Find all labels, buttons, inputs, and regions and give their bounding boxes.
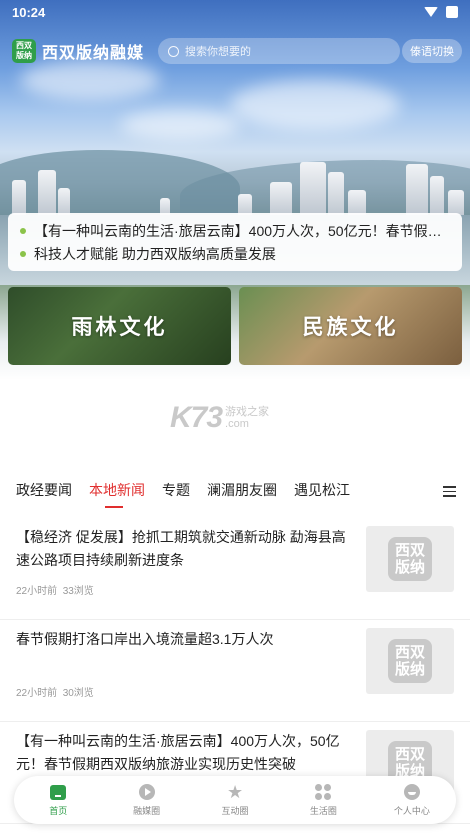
news-title: 【有一种叫云南的生活·旅居云南】400万人次，50亿元！春节假期西双版纳旅游业实… bbox=[16, 733, 340, 772]
watermark-main: K73 bbox=[170, 401, 223, 434]
search-input[interactable]: 搜索你想要的 bbox=[158, 38, 401, 64]
wifi-icon bbox=[424, 7, 438, 17]
news-thumbnail: 西双 版纳 bbox=[366, 526, 454, 592]
card-label: 民族文化 bbox=[302, 316, 399, 339]
star-icon: ★ bbox=[226, 782, 244, 802]
nav-label: 融媒圈 bbox=[133, 806, 161, 816]
home-icon bbox=[50, 784, 67, 800]
rainforest-culture-card[interactable]: 雨林文化 bbox=[8, 287, 231, 365]
nav-label: 生活圈 bbox=[309, 806, 337, 816]
app-name: 西双版纳融媒 bbox=[42, 45, 145, 62]
news-title: 【稳经济 促发展】抢抓工期筑就交通新动脉 勐海县高速公路项目持续刷新进度条 bbox=[16, 529, 346, 568]
news-time: 22小时前 bbox=[16, 586, 58, 597]
status-bar: 10:24 bbox=[0, 0, 470, 24]
watermark: K73 游戏之家 .com bbox=[170, 398, 300, 438]
news-title: 春节假期打洛口岸出入境流量超3.1万人次 bbox=[16, 631, 274, 647]
menu-icon[interactable] bbox=[443, 486, 456, 500]
tab-lancang-mekong[interactable]: 澜湄朋友圈 bbox=[207, 478, 277, 502]
nav-interaction-circle[interactable]: ★ 互动圈 bbox=[191, 776, 279, 824]
watermark-sub-bottom: .com bbox=[225, 418, 249, 430]
play-icon bbox=[138, 784, 155, 800]
news-views: 33浏览 bbox=[62, 586, 94, 597]
headline-text: 科技人才赋能 助力西双版纳高质量发展 bbox=[34, 245, 276, 262]
list-item[interactable]: 【稳经济 促发展】抢抓工期筑就交通新动脉 勐海县高速公路项目持续刷新进度条 22… bbox=[0, 518, 470, 620]
status-time: 10:24 bbox=[12, 4, 46, 20]
headline-ticker: 【有一种叫云南的生活·旅居云南】400万人次，50亿元！春节假期... 科技人才… bbox=[8, 213, 462, 271]
search-placeholder: 搜索你想要的 bbox=[185, 46, 252, 58]
nav-home[interactable]: 首页 bbox=[14, 776, 102, 824]
tab-local-news[interactable]: 本地新闻 bbox=[89, 478, 145, 508]
news-thumbnail: 西双 版纳 bbox=[366, 628, 454, 694]
nav-media-circle[interactable]: 融媒圈 bbox=[102, 776, 190, 824]
user-icon bbox=[403, 784, 420, 800]
search-icon bbox=[168, 45, 180, 57]
news-meta: 22小时前 33浏览 bbox=[16, 582, 94, 597]
bottom-navigation: 首页 融媒圈 ★ 互动圈 生活圈 个人中心 bbox=[14, 776, 456, 824]
nav-profile[interactable]: 个人中心 bbox=[368, 776, 456, 824]
news-meta: 22小时前 30浏览 bbox=[16, 684, 94, 699]
nav-label: 互动圈 bbox=[221, 806, 249, 816]
tab-meet-songjiang[interactable]: 遇见松江 bbox=[294, 478, 350, 502]
ethnic-culture-card[interactable]: 民族文化 bbox=[239, 287, 462, 365]
news-views: 30浏览 bbox=[62, 688, 94, 699]
nav-label: 个人中心 bbox=[393, 806, 430, 816]
list-item[interactable]: 春节假期打洛口岸出入境流量超3.1万人次 22小时前 30浏览 西双 版纳 bbox=[0, 620, 470, 722]
thumbnail-logo: 西双 版纳 bbox=[388, 639, 432, 683]
bullet-dot-icon bbox=[20, 227, 26, 234]
tab-special-topics[interactable]: 专题 bbox=[162, 478, 190, 502]
culture-cards: 雨林文化 民族文化 bbox=[8, 287, 462, 365]
app-header: 西双 版纳 西双版纳融媒 搜索你想要的 傣语切换 bbox=[12, 34, 462, 68]
app-logo: 西双 版纳 bbox=[12, 39, 36, 63]
battery-icon bbox=[446, 6, 458, 18]
news-time: 22小时前 bbox=[16, 688, 58, 699]
headline-text: 【有一种叫云南的生活·旅居云南】400万人次，50亿元！春节假期... bbox=[34, 222, 450, 239]
watermark-sub-top: 游戏之家 bbox=[225, 406, 270, 418]
tab-politics-economy[interactable]: 政经要闻 bbox=[16, 478, 72, 502]
bullet-dot-icon bbox=[20, 250, 26, 257]
headline-item[interactable]: 【有一种叫云南的生活·旅居云南】400万人次，50亿元！春节假期... bbox=[20, 219, 450, 242]
nav-life-circle[interactable]: 生活圈 bbox=[279, 776, 367, 824]
grid-icon bbox=[315, 784, 332, 800]
news-tabs: 政经要闻 本地新闻 专题 澜湄朋友圈 遇见松江 bbox=[0, 474, 470, 508]
card-label: 雨林文化 bbox=[71, 316, 168, 339]
language-switch-button[interactable]: 傣语切换 bbox=[402, 39, 462, 63]
thumbnail-logo: 西双 版纳 bbox=[388, 537, 432, 581]
nav-label: 首页 bbox=[49, 806, 68, 816]
headline-item[interactable]: 科技人才赋能 助力西双版纳高质量发展 bbox=[20, 242, 450, 265]
city-skyline bbox=[0, 130, 470, 220]
